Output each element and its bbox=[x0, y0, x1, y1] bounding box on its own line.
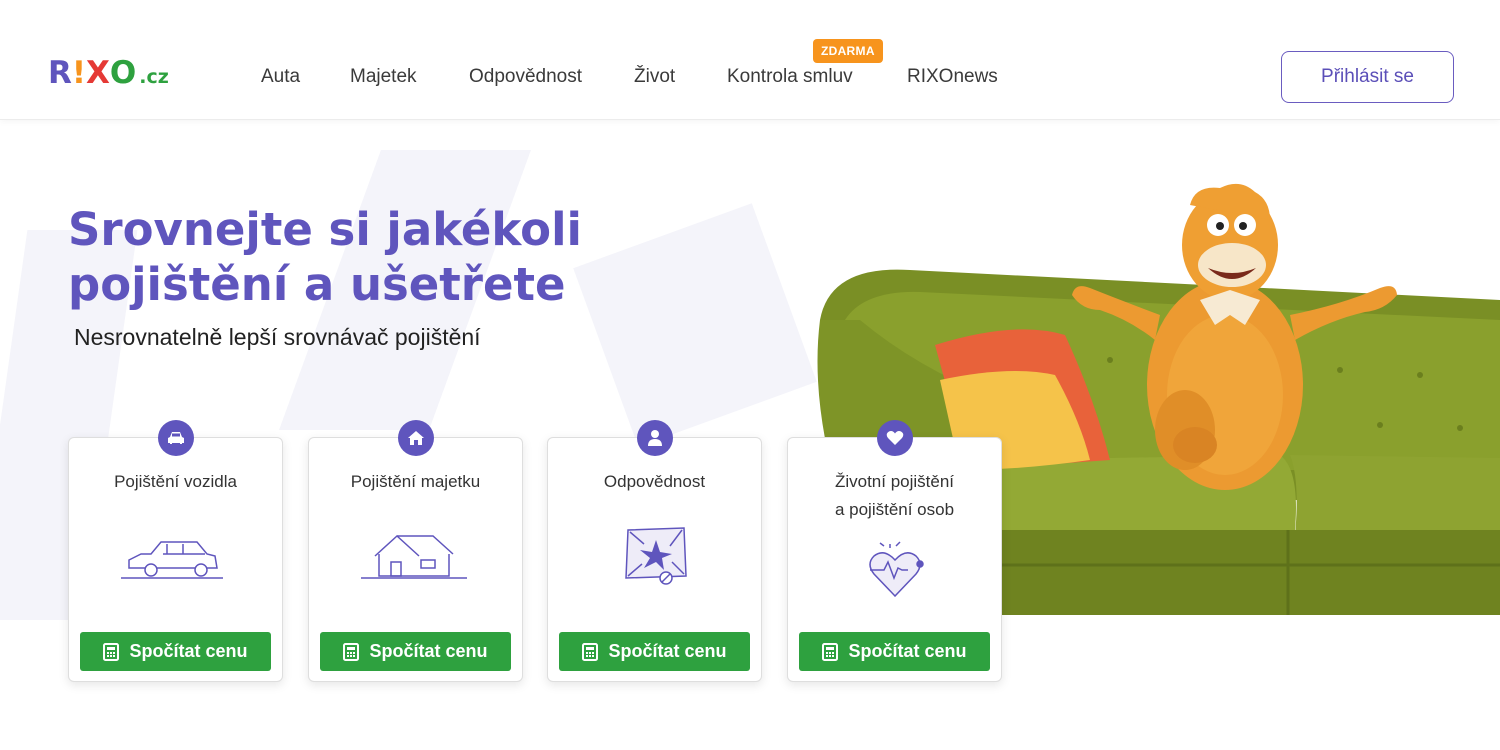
house-illustration-icon bbox=[360, 534, 467, 579]
nav-item-zivot[interactable]: Život bbox=[634, 66, 675, 88]
login-button[interactable]: Přihlásit se bbox=[1281, 51, 1454, 103]
calculate-price-button[interactable]: Spočítat cenu bbox=[559, 632, 750, 671]
calculator-icon bbox=[343, 642, 360, 661]
heartbeat-illustration-icon bbox=[868, 541, 924, 598]
card-property-insurance[interactable]: Pojištění majetku Spočítat cenu bbox=[308, 420, 523, 682]
calculate-price-button[interactable]: Spočítat cenu bbox=[80, 632, 271, 671]
logo-letter: ! bbox=[71, 55, 87, 91]
hero-title-line: pojištění a ušetřete bbox=[68, 258, 566, 311]
car-icon bbox=[157, 420, 194, 456]
home-icon bbox=[397, 420, 434, 456]
card-title-line: a pojištění osob bbox=[834, 500, 955, 519]
card-vehicle-insurance[interactable]: Pojištění vozidla Spočítat cenu bbox=[68, 420, 283, 682]
nav-item-majetek[interactable]: Majetek bbox=[350, 66, 417, 88]
nav-item-rixonews[interactable]: RIXOnews bbox=[907, 66, 998, 88]
calculate-price-button[interactable]: Spočítat cenu bbox=[799, 632, 990, 671]
nav-item-kontrola-smluv[interactable]: Kontrola smluv bbox=[727, 66, 853, 88]
card-title: Odpovědnost bbox=[548, 468, 761, 496]
nav-item-odpovednost[interactable]: Odpovědnost bbox=[469, 66, 582, 88]
card-title: Pojištění majetku bbox=[309, 468, 522, 496]
logo-letter: O bbox=[109, 55, 137, 91]
card-liability-insurance[interactable]: Odpovědnost Spočítat cenu bbox=[547, 420, 762, 682]
logo-letter: X bbox=[86, 55, 110, 91]
car-illustration-icon bbox=[120, 541, 223, 579]
broken-screen-illustration-icon bbox=[624, 527, 687, 585]
card-title-line: Odpovědnost bbox=[603, 472, 706, 491]
site-header: R ! X O .cz Auta Majetek Odpovědnost Živ… bbox=[0, 0, 1500, 120]
button-label: Spočítat cenu bbox=[129, 641, 248, 661]
hero-subtitle: Nesrovnatelně lepší srovnávač pojištění bbox=[74, 324, 481, 350]
card-title: Pojištění vozidla bbox=[69, 468, 282, 496]
hero-title-line: Srovnejte si jakékoli bbox=[68, 203, 582, 256]
calculator-icon bbox=[822, 642, 839, 661]
person-icon bbox=[636, 420, 673, 456]
calculate-price-button[interactable]: Spočítat cenu bbox=[320, 632, 511, 671]
calculator-icon bbox=[103, 642, 120, 661]
card-title-line: Pojištění vozidla bbox=[114, 472, 237, 491]
rixo-logo[interactable]: R ! X O .cz bbox=[48, 58, 169, 89]
free-badge: ZDARMA bbox=[813, 39, 883, 63]
calculator-icon bbox=[582, 642, 599, 661]
logo-letter: R bbox=[48, 55, 72, 91]
heart-icon bbox=[876, 420, 913, 456]
hero-title: Srovnejte si jakékoli pojištění a ušetře… bbox=[68, 202, 708, 312]
card-life-insurance[interactable]: Životní pojištění a pojištění osob Spočí… bbox=[787, 420, 1002, 682]
button-label: Spočítat cenu bbox=[848, 641, 967, 661]
button-label: Spočítat cenu bbox=[369, 641, 488, 661]
logo-tld: .cz bbox=[139, 66, 169, 88]
nav-item-auta[interactable]: Auta bbox=[261, 66, 300, 88]
card-title-line: Životní pojištění bbox=[834, 472, 955, 491]
card-title-line: Pojištění majetku bbox=[350, 472, 481, 491]
button-label: Spočítat cenu bbox=[608, 641, 727, 661]
card-title: Životní pojištění a pojištění osob bbox=[788, 468, 1001, 524]
